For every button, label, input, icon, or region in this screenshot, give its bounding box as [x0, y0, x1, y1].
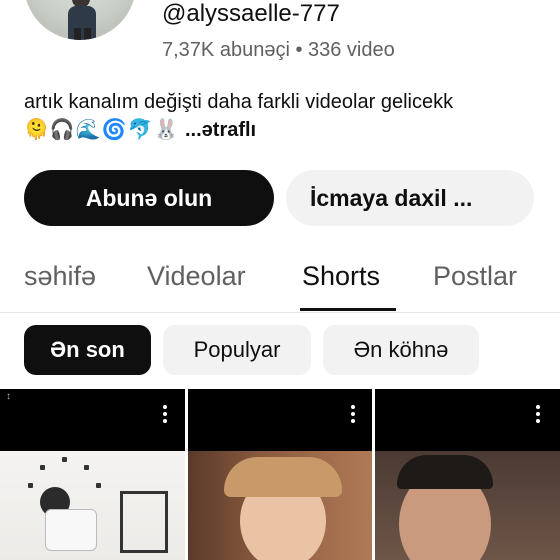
channel-tabs: səhifə Videolar Shorts Postlar [0, 250, 560, 312]
tab-videos[interactable]: Videolar [147, 258, 246, 294]
background-window [120, 491, 168, 553]
wall-clock-mark [40, 465, 45, 470]
overlay-mark: ↕ [6, 391, 11, 402]
active-tab-indicator [300, 308, 396, 311]
short-item[interactable] [375, 389, 560, 560]
channel-description[interactable]: artık kanalım değişti daha farkli videol… [24, 88, 544, 144]
avatar-figure-body [68, 6, 96, 40]
wall-clock-mark [62, 457, 67, 462]
description-more-link[interactable]: ...ətraflı [185, 119, 256, 141]
short-thumbnail [188, 451, 372, 560]
more-vert-icon[interactable] [350, 405, 356, 425]
filter-chip-popular[interactable]: Populyar [163, 325, 311, 375]
more-vert-icon[interactable] [162, 405, 168, 425]
tab-shorts[interactable]: Shorts [302, 258, 380, 294]
filter-chip-latest[interactable]: Ən son [24, 325, 151, 375]
wall-clock-mark [96, 483, 101, 488]
dancer-shirt [45, 509, 97, 551]
tabs-divider [0, 312, 560, 313]
person-hair [397, 455, 493, 489]
join-community-button[interactable]: İcmaya daxil ... [286, 170, 534, 226]
description-emojis: 🫠🎧🌊🌀🐬🐰 [24, 119, 180, 141]
filter-chip-oldest[interactable]: Ən köhnə [323, 325, 479, 375]
wall-clock-mark [84, 465, 89, 470]
description-text: artık kanalım değişti daha farkli videol… [24, 91, 454, 113]
channel-avatar[interactable] [24, 0, 136, 40]
tab-posts[interactable]: Postlar [433, 258, 517, 294]
avatar-figure-leg [74, 28, 81, 40]
channel-handle: @alyssaelle-777 [162, 0, 340, 27]
shorts-grid: ↕ [0, 389, 560, 560]
channel-stats: 7,37K abunəçi • 336 video [162, 39, 395, 61]
subscribe-button[interactable]: Abunə olun [24, 170, 274, 226]
short-item[interactable] [188, 389, 372, 560]
short-item[interactable]: ↕ [0, 389, 185, 560]
avatar-figure-leg [84, 28, 91, 40]
tab-home[interactable]: səhifə [24, 258, 96, 294]
more-vert-icon[interactable] [535, 405, 541, 425]
wall-clock-mark [28, 483, 33, 488]
short-thumbnail [375, 451, 560, 560]
person-hair [224, 457, 342, 497]
short-thumbnail [0, 451, 185, 560]
